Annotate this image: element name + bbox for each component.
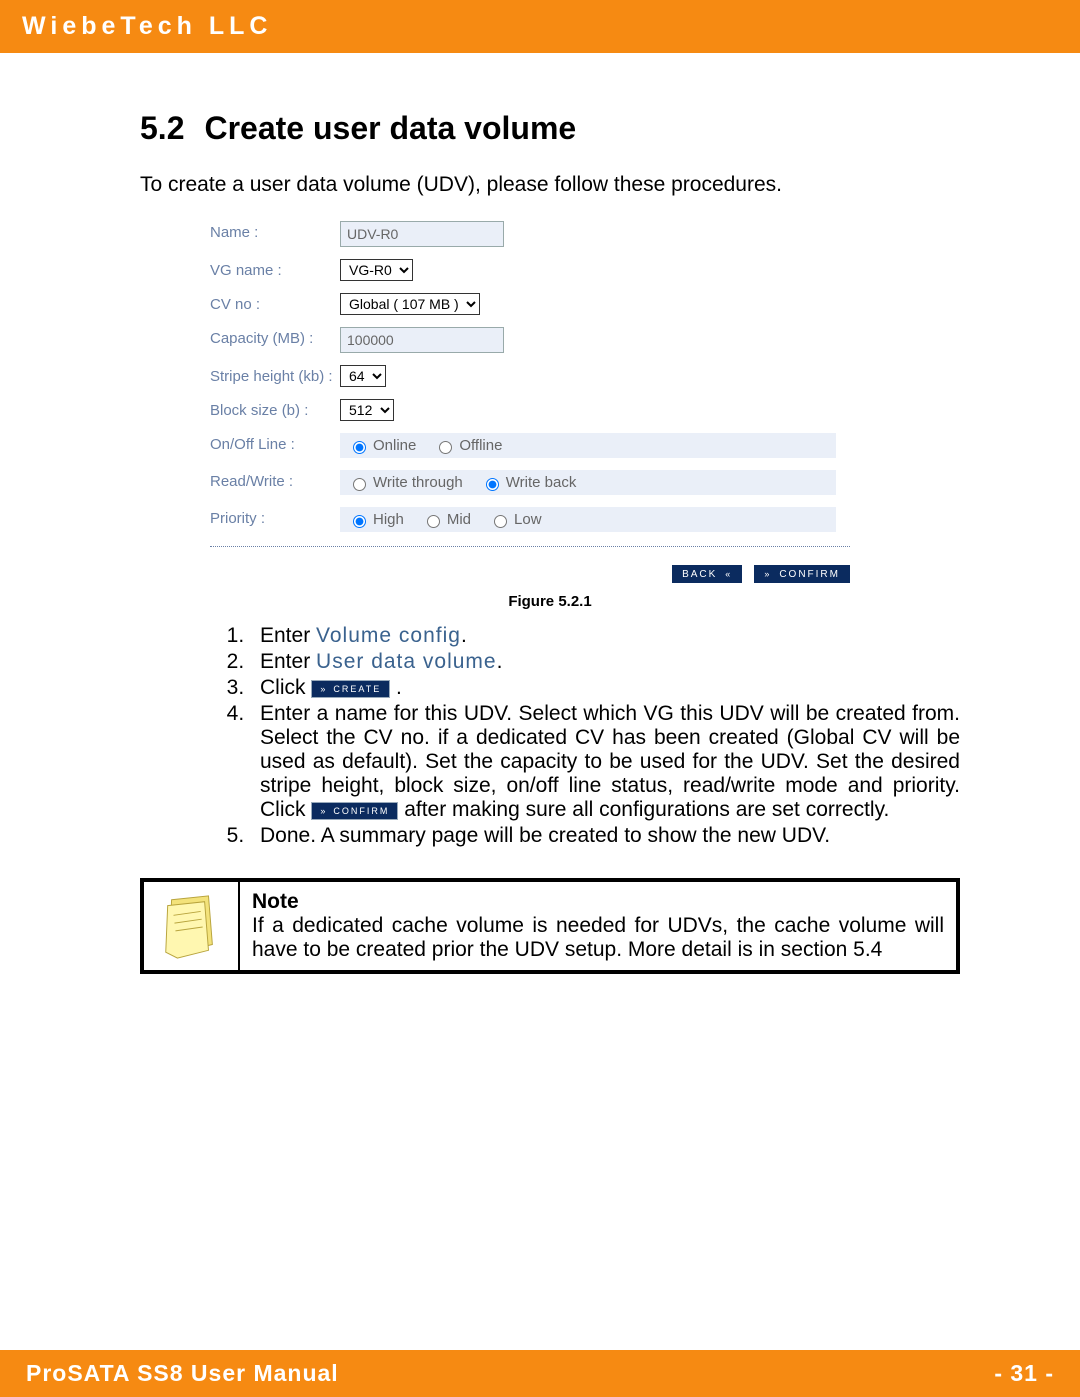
header-bar: WiebeTech LLC (0, 0, 1080, 53)
footer-bar: ProSATA SS8 User Manual - 31 - (0, 1350, 1080, 1397)
footer-title: ProSATA SS8 User Manual (26, 1360, 339, 1387)
offline-radio[interactable]: Offline (434, 437, 502, 454)
onoff-label: On/Off Line : (210, 433, 340, 453)
block-label: Block size (b) : (210, 399, 340, 419)
online-radio[interactable]: Online (348, 437, 416, 454)
form-buttons: BACK« »CONFIRM (210, 565, 850, 583)
company-name: WiebeTech LLC (22, 12, 272, 40)
capacity-label: Capacity (MB) : (210, 327, 340, 347)
back-button[interactable]: BACK« (672, 565, 742, 583)
note-icon (160, 892, 222, 960)
stripe-select[interactable]: 64 (340, 365, 386, 387)
note-text: Note If a dedicated cache volume is need… (240, 882, 956, 970)
cv-label: CV no : (210, 293, 340, 313)
write-through-radio[interactable]: Write through (348, 474, 463, 491)
write-back-radio[interactable]: Write back (481, 474, 577, 491)
confirm-button[interactable]: »CONFIRM (754, 565, 850, 583)
chevron-right-icon: » (320, 683, 327, 695)
high-radio[interactable]: High (348, 511, 404, 528)
volume-config-link: Volume config (316, 624, 461, 647)
rw-label: Read/Write : (210, 470, 340, 490)
note-title: Note (252, 890, 299, 913)
name-label: Name : (210, 221, 340, 241)
section-heading: 5.2 Create user data volume (140, 110, 960, 147)
block-select[interactable]: 512 (340, 399, 394, 421)
udv-form: Name : VG name : VG-R0 CV no : Global ( … (210, 215, 850, 583)
step-3: Click »CREATE . (250, 676, 960, 700)
note-body: If a dedicated cache volume is needed fo… (252, 914, 944, 961)
steps-list: Enter Volume config. Enter User data vol… (140, 624, 960, 848)
step-4: Enter a name for this UDV. Select which … (250, 702, 960, 822)
intro-text: To create a user data volume (UDV), plea… (140, 173, 960, 197)
section-number: 5.2 (140, 110, 184, 146)
step-2: Enter User data volume. (250, 650, 960, 674)
cv-select[interactable]: Global ( 107 MB ) (340, 293, 480, 315)
stripe-label: Stripe height (kb) : (210, 365, 340, 385)
page-number: - 31 - (994, 1360, 1054, 1387)
chevron-right-icon: » (764, 569, 771, 579)
priority-group: High Mid Low (340, 507, 836, 532)
step-1: Enter Volume config. (250, 624, 960, 648)
name-input[interactable] (340, 221, 504, 247)
mid-radio[interactable]: Mid (422, 511, 471, 528)
vg-select[interactable]: VG-R0 (340, 259, 413, 281)
chevron-right-icon: » (320, 805, 327, 817)
chevron-left-icon: « (725, 569, 732, 579)
create-button-inline: »CREATE (311, 680, 390, 698)
priority-label: Priority : (210, 507, 340, 527)
separator (210, 546, 850, 547)
page-content: 5.2 Create user data volume To create a u… (0, 53, 1080, 1004)
figure-caption: Figure 5.2.1 (140, 593, 960, 610)
step-5: Done. A summary page will be created to … (250, 824, 960, 848)
vg-label: VG name : (210, 259, 340, 279)
note-icon-cell (144, 882, 240, 970)
note-box: Note If a dedicated cache volume is need… (140, 878, 960, 974)
confirm-button-inline: »CONFIRM (311, 802, 398, 820)
user-data-volume-link: User data volume (316, 650, 497, 673)
low-radio[interactable]: Low (489, 511, 542, 528)
section-title: Create user data volume (204, 110, 576, 146)
onoff-group: Online Offline (340, 433, 836, 458)
capacity-input[interactable] (340, 327, 504, 353)
rw-group: Write through Write back (340, 470, 836, 495)
